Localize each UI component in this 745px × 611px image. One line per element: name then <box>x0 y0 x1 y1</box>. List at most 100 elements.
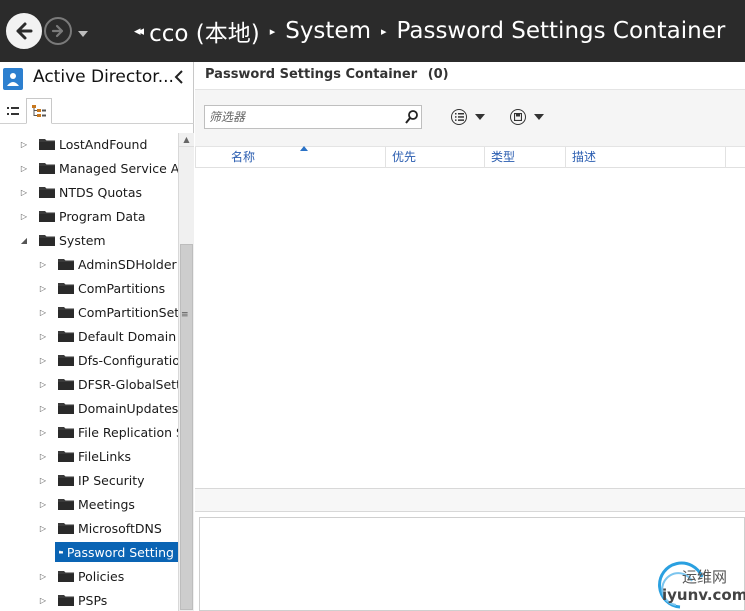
tree-item[interactable]: ▷ DFSR-GlobalSett <box>37 374 178 394</box>
search-icon[interactable] <box>405 109 419 125</box>
filter-box <box>204 105 422 129</box>
expand-arrow-icon[interactable]: ▷ <box>37 284 49 293</box>
folder-icon <box>58 523 74 534</box>
breadcrumb: ◂◂ cco (本地) ▸ System ▸ Password Settings… <box>124 14 725 48</box>
column-header-precedence[interactable]: 优先 <box>385 147 484 168</box>
container-name: Password Settings Container <box>205 67 418 82</box>
expand-arrow-icon[interactable]: ▷ <box>37 500 49 509</box>
breadcrumb-separator-icon[interactable]: ▸ <box>381 25 387 38</box>
tree-item[interactable]: ▷ MicrosoftDNS <box>37 518 162 538</box>
tree-item-label: Policies <box>78 568 125 584</box>
tree-item[interactable]: ▷ Policies <box>37 566 124 586</box>
breadcrumb-item-current[interactable]: Password Settings Container <box>397 18 726 44</box>
expand-arrow-icon[interactable]: ▷ <box>37 452 49 461</box>
expanded-arrow-icon[interactable]: ◢ <box>18 236 30 245</box>
history-dropdown[interactable] <box>77 24 89 43</box>
folder-icon <box>39 163 55 174</box>
breadcrumb-bar: ◂◂ cco (本地) ▸ System ▸ Password Settings… <box>0 0 745 62</box>
tree-item-label: Managed Service Ac <box>59 160 178 176</box>
forward-button[interactable] <box>44 17 72 45</box>
expand-arrow-icon[interactable]: ▷ <box>18 188 30 197</box>
tree-item-label: File Replication S <box>78 424 178 440</box>
tree-item-label: DomainUpdates <box>78 400 178 416</box>
expand-arrow-icon[interactable]: ▷ <box>37 524 49 533</box>
column-header-row: 名称 优先 类型 描述 <box>195 146 745 168</box>
tree-item-label: Program Data <box>59 208 146 224</box>
breadcrumb-overflow-icon[interactable]: ◂◂ <box>134 24 144 39</box>
tree-item[interactable]: ▷ Default Domain I <box>37 326 178 346</box>
expand-arrow-icon[interactable]: ▷ <box>18 140 30 149</box>
active-directory-icon <box>3 68 23 90</box>
tree-item[interactable]: ◢ System <box>18 230 106 250</box>
tree-item-label: Meetings <box>78 496 135 512</box>
expand-arrow-icon[interactable]: ▷ <box>37 476 49 485</box>
folder-icon <box>58 595 74 606</box>
tree-item-label: DFSR-GlobalSett <box>78 376 178 392</box>
tree-item[interactable]: ▷ File Replication S <box>37 422 178 442</box>
content-pane: Password Settings Container (0) 筛选器 名称 优… <box>195 62 745 611</box>
tree-item[interactable]: ▷ AdminSDHolder <box>37 254 177 274</box>
tree-item[interactable]: ▷ ComPartitionSets <box>37 302 178 322</box>
save-query-button[interactable] <box>510 108 544 126</box>
expand-arrow-icon[interactable]: ▷ <box>37 308 49 317</box>
expand-arrow-icon[interactable]: ▷ <box>37 356 49 365</box>
chevron-down-icon <box>78 31 88 37</box>
tree-item-label: NTDS Quotas <box>59 184 143 200</box>
breadcrumb-separator-icon[interactable]: ▸ <box>270 25 276 38</box>
tree-item[interactable]: ▷ ComPartitions <box>37 278 165 298</box>
folder-icon <box>39 211 55 222</box>
results-list[interactable] <box>195 168 745 488</box>
tree-item[interactable]: Password Setting <box>55 542 178 562</box>
expand-arrow-icon[interactable]: ▷ <box>37 380 49 389</box>
tree-view-tab[interactable] <box>26 98 52 124</box>
tree-item[interactable]: ▷ NTDS Quotas <box>18 182 142 202</box>
breadcrumb-item-domain[interactable]: cco (本地) <box>149 14 260 48</box>
folder-icon <box>58 259 74 270</box>
tree-item-label: IP Security <box>78 472 145 488</box>
list-view-icon <box>7 107 19 115</box>
expand-arrow-icon[interactable]: ▷ <box>37 596 49 605</box>
content-title: Password Settings Container (0) <box>205 67 449 82</box>
back-button[interactable] <box>6 13 42 49</box>
tree-item[interactable]: ▷ Meetings <box>37 494 135 514</box>
pane-splitter[interactable] <box>195 488 745 512</box>
tree-item[interactable]: ▷ Dfs-Configuratio <box>37 350 178 370</box>
expand-arrow-icon[interactable]: ▷ <box>18 212 30 221</box>
scrollbar-thumb[interactable] <box>180 244 193 610</box>
tree-item[interactable]: ▷ PSPs <box>37 590 107 610</box>
column-header-type[interactable]: 类型 <box>484 147 565 168</box>
tree-item-label: FileLinks <box>78 448 132 464</box>
folder-icon <box>58 379 74 390</box>
tree-item[interactable]: ▷ FileLinks <box>37 446 131 466</box>
tree-item[interactable]: ▷ Managed Service Ac <box>18 158 178 178</box>
column-header-spacer <box>195 147 225 168</box>
chevron-left-icon <box>174 70 183 84</box>
breadcrumb-item-system[interactable]: System <box>285 18 371 44</box>
tree-item[interactable]: ▷ DomainUpdates <box>37 398 178 418</box>
tree-item-label: MicrosoftDNS <box>78 520 162 536</box>
list-view-tab[interactable] <box>0 98 26 124</box>
chevron-down-icon <box>534 114 544 120</box>
collapse-pane-button[interactable] <box>174 70 184 88</box>
tree-item[interactable]: ▷ Program Data <box>18 206 146 226</box>
folder-icon <box>58 571 74 582</box>
column-header-end <box>725 147 745 168</box>
scroll-up-button[interactable]: ▲ <box>179 133 194 147</box>
column-header-description[interactable]: 描述 <box>565 147 725 168</box>
tree-scrollbar[interactable]: ▲ ≡ <box>178 133 194 611</box>
chevron-down-icon <box>475 114 485 120</box>
expand-arrow-icon[interactable]: ▷ <box>37 260 49 269</box>
folder-icon <box>58 307 74 318</box>
tree-item-label: ComPartitions <box>78 280 166 296</box>
tree-item[interactable]: ▷ LostAndFound <box>18 134 147 154</box>
view-options-button[interactable] <box>451 108 485 126</box>
expand-arrow-icon[interactable]: ▷ <box>37 332 49 341</box>
folder-icon <box>39 235 55 246</box>
expand-arrow-icon[interactable]: ▷ <box>18 164 30 173</box>
expand-arrow-icon[interactable]: ▷ <box>37 428 49 437</box>
filter-input[interactable] <box>209 109 397 125</box>
expand-arrow-icon[interactable]: ▷ <box>37 404 49 413</box>
expand-arrow-icon[interactable]: ▷ <box>37 572 49 581</box>
tree-view: ▷ LostAndFound ▷ Managed Service Ac ▷ NTDS Qu… <box>0 133 178 611</box>
tree-item[interactable]: ▷ IP Security <box>37 470 145 490</box>
